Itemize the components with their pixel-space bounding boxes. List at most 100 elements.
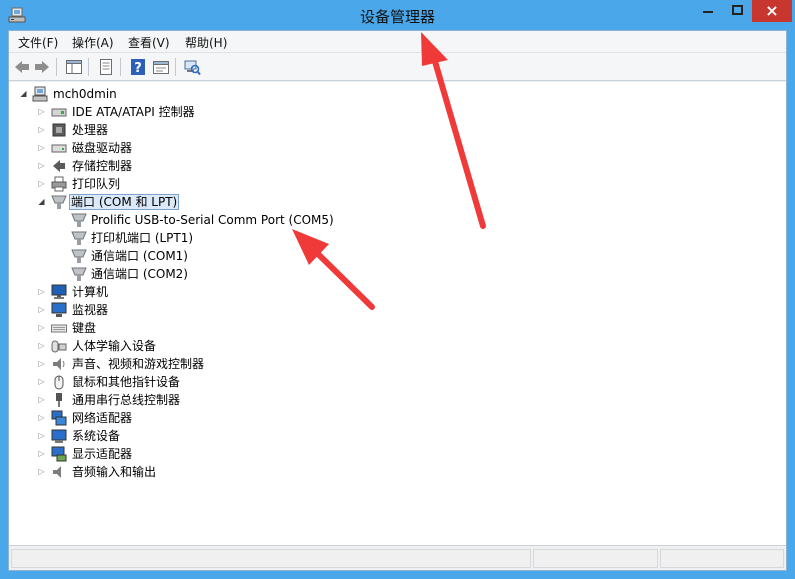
tree-child-label: 通信端口 (COM1): [91, 249, 188, 263]
tree-node-label: 通用串行总线控制器: [72, 393, 181, 407]
toolbar-separator: [175, 58, 176, 76]
title-bar[interactable]: 设备管理器 ×: [0, 0, 795, 30]
tree-child-label: 打印机端口 (LPT1): [91, 231, 194, 245]
collapse-arrow-icon[interactable]: ◢: [37, 193, 46, 211]
tree-node-label: 存储控制器: [72, 159, 133, 173]
client-area: 文件(F) 操作(A) 查看(V) 帮助(H) ? ◢ mch0dmin ▷ I…: [8, 30, 787, 571]
menu-bar: 文件(F) 操作(A) 查看(V) 帮助(H): [9, 31, 786, 53]
tree-node-print-queue[interactable]: ▷ 打印队列: [37, 175, 237, 193]
printer-icon: [51, 176, 67, 192]
tree-root[interactable]: ◢ mch0dmin: [19, 85, 159, 103]
svg-text:?: ?: [134, 61, 142, 76]
storage-controller-icon: [53, 160, 65, 172]
tree-node-disk[interactable]: ▷ 磁盘驱动器: [37, 139, 237, 157]
tree-root-label: mch0dmin: [53, 87, 117, 101]
tree-node-label: 磁盘驱动器: [72, 141, 133, 155]
tree-node-monitor[interactable]: ▷ 监视器: [37, 301, 237, 319]
collapse-arrow-icon[interactable]: ◢: [19, 85, 28, 103]
expand-arrow-icon[interactable]: ▷: [37, 391, 46, 409]
tree-node-ide[interactable]: ▷ IDE ATA/ATAPI 控制器: [37, 103, 237, 121]
properties-icon[interactable]: [97, 58, 115, 76]
speaker-icon: [53, 358, 65, 370]
status-cell-main: [11, 549, 531, 568]
tree-node-label: 声音、视频和游戏控制器: [72, 357, 205, 371]
minimize-icon: [703, 11, 713, 13]
tree-node-storage[interactable]: ▷ 存储控制器: [37, 157, 237, 175]
expand-arrow-icon[interactable]: ▷: [37, 301, 46, 319]
minimize-button[interactable]: [694, 0, 722, 22]
tree-node-label: 音频输入和输出: [72, 465, 157, 479]
port-icon: [71, 249, 87, 263]
tree-node-label: 显示适配器: [72, 447, 133, 461]
expand-arrow-icon[interactable]: ▷: [37, 355, 46, 373]
close-button[interactable]: ×: [752, 0, 792, 22]
disk-drive-icon: [51, 144, 67, 153]
maximize-button[interactable]: [724, 0, 752, 22]
forward-icon[interactable]: [33, 58, 51, 76]
tree-node-label: IDE ATA/ATAPI 控制器: [72, 105, 195, 119]
tree-node-label: 键盘: [72, 321, 97, 335]
tree-node-network[interactable]: ▷ 网络适配器: [37, 409, 237, 427]
display-adapter-icon: [51, 446, 67, 462]
mouse-icon: [54, 375, 64, 390]
tree-node-keyboard[interactable]: ▷ 键盘: [37, 319, 237, 337]
usb-icon: [56, 393, 62, 407]
hid-icon: [51, 340, 67, 353]
tree-child-com2[interactable]: 通信端口 (COM2): [71, 265, 271, 283]
device-view-icon[interactable]: [152, 58, 170, 76]
network-adapter-icon: [51, 410, 67, 426]
tree-child-lpt1[interactable]: 打印机端口 (LPT1): [71, 229, 271, 247]
close-icon: ×: [765, 1, 779, 20]
expand-arrow-icon[interactable]: ▷: [37, 409, 46, 427]
expand-arrow-icon[interactable]: ▷: [37, 139, 46, 157]
back-icon[interactable]: [13, 58, 31, 76]
port-icon: [71, 231, 87, 245]
scan-hardware-icon[interactable]: [183, 58, 201, 76]
tree-node-sound[interactable]: ▷ 声音、视频和游戏控制器: [37, 355, 257, 373]
tree-node-label: 鼠标和其他指针设备: [72, 375, 181, 389]
expand-arrow-icon[interactable]: ▷: [37, 157, 46, 175]
keyboard-icon: [51, 324, 67, 333]
tree-node-usb[interactable]: ▷ 通用串行总线控制器: [37, 391, 237, 409]
toolbar-separator: [120, 58, 121, 76]
help-icon[interactable]: ?: [129, 58, 147, 76]
expand-arrow-icon[interactable]: ▷: [37, 103, 46, 121]
processor-icon: [52, 123, 66, 137]
tree-node-hid[interactable]: ▷ 人体学输入设备: [37, 337, 237, 355]
tree-node-display[interactable]: ▷ 显示适配器: [37, 445, 237, 463]
expand-arrow-icon[interactable]: ▷: [37, 175, 46, 193]
maximize-icon: [732, 5, 743, 15]
tree-child-com5[interactable]: Prolific USB-to-Serial Comm Port (COM5): [71, 211, 361, 229]
expand-arrow-icon[interactable]: ▷: [37, 427, 46, 445]
computer-icon: [51, 284, 67, 299]
audio-io-icon: [53, 466, 61, 478]
expand-arrow-icon[interactable]: ▷: [37, 445, 46, 463]
menu-view[interactable]: 查看(V): [128, 34, 170, 51]
expand-arrow-icon[interactable]: ▷: [37, 337, 46, 355]
tree-node-label: 系统设备: [72, 429, 121, 443]
port-icon: [71, 267, 87, 281]
device-tree: ◢ mch0dmin ▷ IDE ATA/ATAPI 控制器 ▷ 处理器 ▷ 磁…: [9, 82, 786, 546]
status-cell: [660, 549, 784, 568]
device-manager-window: 设备管理器 × 文件(F) 操作(A) 查看(V) 帮助(H) ? ◢ mch0…: [0, 0, 795, 579]
menu-help[interactable]: 帮助(H): [185, 34, 227, 51]
tree-node-system[interactable]: ▷ 系统设备: [37, 427, 237, 445]
system-device-icon: [51, 429, 67, 443]
menu-file[interactable]: 文件(F): [18, 34, 58, 51]
expand-arrow-icon[interactable]: ▷: [37, 373, 46, 391]
expand-arrow-icon[interactable]: ▷: [37, 283, 46, 301]
tree-node-mouse[interactable]: ▷ 鼠标和其他指针设备: [37, 373, 237, 391]
expand-arrow-icon[interactable]: ▷: [37, 319, 46, 337]
tree-node-processor[interactable]: ▷ 处理器: [37, 121, 237, 139]
tree-node-label: 监视器: [72, 303, 109, 317]
show-hide-tree-icon[interactable]: [65, 58, 83, 76]
menu-action[interactable]: 操作(A): [72, 34, 114, 51]
expand-arrow-icon[interactable]: ▷: [37, 121, 46, 139]
expand-arrow-icon[interactable]: ▷: [37, 463, 46, 481]
tree-node-audio-io[interactable]: ▷ 音频输入和输出: [37, 463, 237, 481]
tree-node-computer[interactable]: ▷ 计算机: [37, 283, 237, 301]
tree-node-label: 处理器: [72, 123, 109, 137]
tree-node-ports[interactable]: ◢ 端口 (COM 和 LPT): [37, 193, 257, 211]
tree-child-com1[interactable]: 通信端口 (COM1): [71, 247, 271, 265]
status-bar: [9, 547, 786, 570]
